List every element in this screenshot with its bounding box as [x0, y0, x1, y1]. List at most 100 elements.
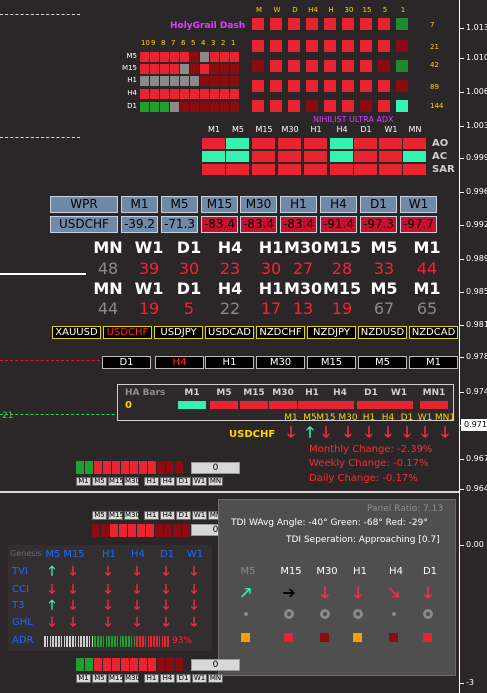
mini-bar-tf[interactable]: H4 — [160, 477, 175, 486]
mini-bar-tf[interactable]: M1 — [76, 674, 91, 683]
ha-bar-cell — [269, 401, 297, 409]
mini-bar-tf[interactable]: D1 — [176, 674, 191, 683]
holygrail-row-label: M5 — [126, 52, 138, 60]
pair-button-nzdusd[interactable]: NZDUSD — [358, 326, 407, 339]
mini-bar-tf[interactable]: M15 — [108, 511, 124, 520]
holygrail-title: HolyGrail Dash — [170, 21, 246, 31]
mini-bar-tf[interactable]: M30 — [124, 477, 140, 486]
price-tick — [460, 489, 464, 490]
wpr-value: -97.7 — [400, 216, 437, 233]
mini-bar-tf[interactable]: H1 — [144, 511, 159, 520]
adr-bar-segment — [72, 636, 74, 647]
pair-button-nzdchf[interactable]: NZDCHF — [256, 326, 305, 339]
ha-tf-header: M5 — [216, 388, 232, 398]
adx-cell — [403, 138, 426, 149]
mini-bar-tf[interactable]: D1 — [176, 477, 191, 486]
holygrail-row-label: H4 — [127, 89, 137, 97]
mini-bar-tf[interactable]: MN — [208, 477, 223, 486]
genesis-tf-header: H4 — [131, 549, 145, 560]
mini-bar-tf[interactable]: M30 — [124, 511, 140, 520]
mini-bar-tf[interactable]: D1 — [176, 511, 191, 520]
price-label: 0.989 — [466, 254, 487, 263]
adr-bar-segment — [58, 636, 60, 647]
holygrail-cell — [324, 40, 336, 52]
arrow-down-icon: 🡓 — [320, 583, 330, 602]
arrow-tf-header: M15 — [316, 413, 336, 423]
arrow-down-icon: 🡓 — [104, 615, 112, 630]
ha-tf-header: MN1 — [422, 388, 446, 398]
mini-bar-cell — [182, 524, 190, 537]
price-tick — [460, 225, 464, 226]
tf-button-h4[interactable]: H4 — [155, 356, 204, 369]
holygrail-small-cell — [230, 89, 239, 99]
pair-button-nzdjpy[interactable]: NZDJPY — [307, 326, 356, 339]
holygrail-small-cell — [210, 102, 219, 112]
mini-bar-tf[interactable]: W1 — [192, 511, 207, 520]
wpr-value: -39.2 — [121, 216, 158, 233]
mini-bar-cell — [155, 524, 163, 537]
pair-button-nzdcad[interactable]: NZDCAD — [409, 326, 458, 339]
tf-button-m1[interactable]: M1 — [409, 356, 458, 369]
ha-bars-count: 0 — [125, 400, 132, 411]
mini-bar-cell — [121, 461, 129, 474]
holygrail-small-cell — [170, 64, 179, 74]
pair-button-usdcad[interactable]: USDCAD — [205, 326, 254, 339]
adx-tf-header: M5 — [232, 125, 244, 134]
adr-bar-segment — [158, 636, 161, 647]
pair-button-usdjpy[interactable]: USDJPY — [154, 326, 203, 339]
adx-cell — [278, 138, 301, 149]
pair-button-usdchf[interactable]: USDCHF — [103, 326, 152, 339]
holygrail-index: 2 — [221, 39, 226, 47]
holygrail-cell — [252, 18, 264, 30]
holygrail-small-cell — [150, 64, 159, 74]
tf-button-m15[interactable]: M15 — [307, 356, 356, 369]
price-label: -3 — [466, 678, 474, 687]
arrow-up-right-icon: 🡕 — [240, 583, 252, 602]
mini-bar-tf[interactable]: W1 — [192, 674, 207, 683]
mini-bar-tf[interactable]: W1 — [192, 477, 207, 486]
mini-bar-tf[interactable]: M15 — [108, 674, 124, 683]
holygrail-small-cell — [190, 64, 199, 74]
current-price-label: 0.971 — [461, 419, 487, 431]
holygrail-cell — [270, 80, 282, 92]
arrow-down-icon: 🡓 — [162, 564, 170, 579]
mini-bar-cell — [130, 658, 138, 671]
mini-bar-tf[interactable]: MN — [208, 674, 223, 683]
arrow-down-icon: 🡓 — [423, 583, 433, 602]
adx-row-label: AC — [432, 151, 448, 162]
mini-bar-tf[interactable]: H4 — [160, 674, 175, 683]
mini-bar-tf[interactable]: M1 — [76, 477, 91, 486]
mini-bar-tf[interactable]: H4 — [160, 511, 175, 520]
mini-bar-tf[interactable]: M15 — [108, 477, 124, 486]
mini-bar-tf[interactable]: M5 — [92, 477, 107, 486]
arrow-down-icon: 🡓 — [133, 564, 141, 579]
strength-tf-label: W1 — [134, 279, 164, 298]
mini-bar-tf[interactable]: M30 — [124, 674, 140, 683]
adx-cell — [304, 164, 327, 175]
holygrail-small-cell — [210, 64, 219, 74]
strength-tf-label: D1 — [176, 279, 202, 298]
strength-tf-label: M30 — [284, 279, 323, 298]
window-divider — [0, 491, 459, 493]
arrow-down-icon: 🡓 — [48, 615, 56, 630]
tf-button-d1[interactable]: D1 — [102, 356, 151, 369]
adx-cell — [354, 138, 377, 149]
price-tick — [460, 126, 464, 127]
tf-button-h1[interactable]: H1 — [205, 356, 254, 369]
mini-bar-tf[interactable]: M5 — [92, 674, 107, 683]
mini-bar-tf[interactable]: H1 — [144, 477, 159, 486]
pair-button-xauusd[interactable]: XAUUSD — [52, 326, 101, 339]
adx-cell — [252, 164, 275, 175]
mini-bar-tf[interactable]: M5 — [92, 511, 107, 520]
holygrail-small-cell — [200, 52, 209, 62]
holygrail-tf-header: W — [273, 6, 281, 14]
mini-bar-cell — [166, 658, 174, 671]
tf-button-m30[interactable]: M30 — [256, 356, 305, 369]
adr-bar-segment — [125, 636, 127, 647]
holygrail-tf-header: H4 — [308, 6, 318, 14]
adr-bar-segment — [88, 636, 91, 647]
mini-bar-tf[interactable]: H1 — [144, 674, 159, 683]
adr-bar-segment — [83, 636, 85, 647]
tf-button-m5[interactable]: M5 — [358, 356, 407, 369]
price-label: 1.003 — [466, 121, 487, 130]
